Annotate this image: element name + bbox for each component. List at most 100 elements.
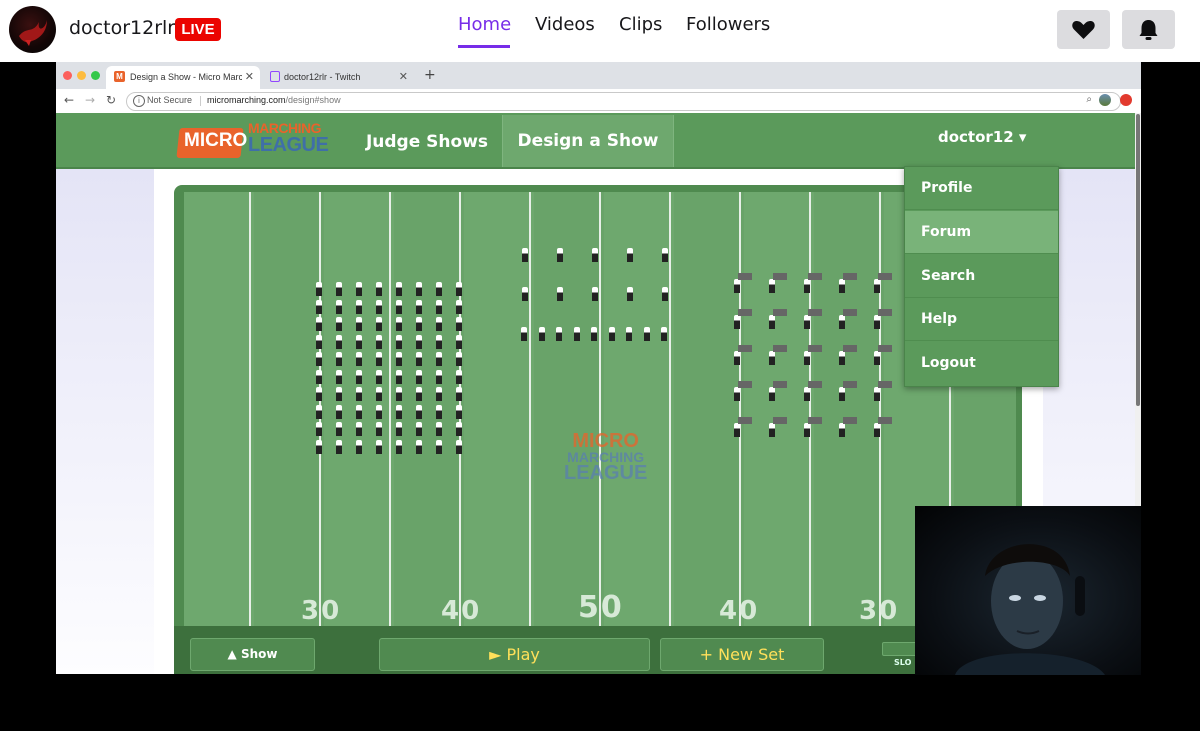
tab-clips[interactable]: Clips bbox=[619, 14, 662, 35]
marcher[interactable] bbox=[336, 352, 342, 366]
marcher[interactable] bbox=[416, 282, 422, 296]
marcher[interactable] bbox=[336, 439, 342, 454]
marcher[interactable] bbox=[336, 422, 342, 436]
flag-marcher[interactable] bbox=[734, 423, 740, 437]
marcher[interactable] bbox=[416, 422, 422, 436]
forward-arrow-icon[interactable]: → bbox=[85, 93, 95, 107]
address-bar[interactable]: i Not Secure micromarching.com/design#sh… bbox=[126, 92, 1121, 111]
channel-avatar[interactable] bbox=[9, 6, 56, 53]
marcher[interactable] bbox=[416, 299, 422, 314]
nav-judge-shows[interactable]: Judge Shows bbox=[354, 119, 500, 165]
flag-marcher[interactable] bbox=[839, 423, 845, 437]
marcher[interactable] bbox=[627, 248, 633, 262]
browser-tab-design-show[interactable]: M Design a Show - Micro Marching ✕ bbox=[106, 66, 260, 89]
flag-marcher[interactable] bbox=[839, 315, 845, 329]
marcher[interactable] bbox=[521, 327, 527, 341]
menu-item-profile[interactable]: Profile bbox=[905, 167, 1058, 210]
flag-marcher[interactable] bbox=[734, 351, 740, 365]
tab-followers[interactable]: Followers bbox=[686, 14, 770, 35]
marcher[interactable] bbox=[356, 352, 362, 366]
flag-marcher[interactable] bbox=[734, 315, 740, 329]
marcher[interactable] bbox=[436, 317, 442, 331]
marcher[interactable] bbox=[557, 287, 563, 301]
marcher[interactable] bbox=[662, 248, 668, 262]
marcher[interactable] bbox=[376, 299, 382, 314]
marcher[interactable] bbox=[456, 369, 462, 384]
flag-marcher[interactable] bbox=[734, 279, 740, 293]
marcher[interactable] bbox=[396, 439, 402, 454]
info-icon[interactable]: i bbox=[133, 95, 145, 107]
marcher[interactable] bbox=[316, 422, 322, 436]
marcher[interactable] bbox=[396, 317, 402, 331]
marcher[interactable] bbox=[376, 404, 382, 419]
zoom-icon[interactable]: ⌕ bbox=[1086, 94, 1092, 105]
marcher[interactable] bbox=[336, 369, 342, 384]
marcher[interactable] bbox=[436, 352, 442, 366]
marcher[interactable] bbox=[456, 404, 462, 419]
flag-marcher[interactable] bbox=[839, 279, 845, 293]
marcher[interactable] bbox=[436, 439, 442, 454]
close-window-icon[interactable] bbox=[63, 71, 72, 80]
marcher[interactable] bbox=[316, 299, 322, 314]
menu-item-search[interactable]: Search bbox=[905, 255, 1058, 298]
marcher[interactable] bbox=[376, 334, 382, 349]
extension-globe-icon[interactable] bbox=[1099, 94, 1111, 106]
marcher[interactable] bbox=[662, 287, 668, 301]
marcher[interactable] bbox=[356, 282, 362, 296]
close-icon[interactable]: ✕ bbox=[245, 70, 254, 83]
flag-marcher[interactable] bbox=[769, 279, 775, 293]
flag-marcher[interactable] bbox=[874, 423, 880, 437]
flag-marcher[interactable] bbox=[874, 351, 880, 365]
flag-marcher[interactable] bbox=[769, 315, 775, 329]
menu-item-logout[interactable]: Logout bbox=[905, 342, 1058, 385]
flag-marcher[interactable] bbox=[804, 387, 810, 401]
marcher[interactable] bbox=[336, 282, 342, 296]
maximize-window-icon[interactable] bbox=[91, 71, 100, 80]
marcher[interactable] bbox=[376, 282, 382, 296]
marcher[interactable] bbox=[522, 248, 528, 262]
marcher[interactable] bbox=[416, 334, 422, 349]
marcher[interactable] bbox=[416, 352, 422, 366]
marcher[interactable] bbox=[396, 369, 402, 384]
flag-marcher[interactable] bbox=[874, 387, 880, 401]
flag-marcher[interactable] bbox=[769, 351, 775, 365]
marcher[interactable] bbox=[436, 282, 442, 296]
marcher[interactable] bbox=[456, 299, 462, 314]
marcher[interactable] bbox=[356, 404, 362, 419]
menu-item-forum[interactable]: Forum bbox=[905, 211, 1058, 254]
marcher[interactable] bbox=[316, 334, 322, 349]
marcher[interactable] bbox=[456, 334, 462, 349]
marcher[interactable] bbox=[557, 248, 563, 262]
marcher[interactable] bbox=[336, 387, 342, 401]
marcher[interactable] bbox=[456, 282, 462, 296]
flag-marcher[interactable] bbox=[769, 387, 775, 401]
nav-design-a-show[interactable]: Design a Show bbox=[502, 115, 674, 167]
marcher[interactable] bbox=[573, 327, 580, 341]
url-text[interactable]: micromarching.com/design#show bbox=[207, 95, 341, 105]
follow-button[interactable] bbox=[1057, 10, 1110, 49]
marcher[interactable] bbox=[436, 422, 442, 436]
scrollbar-thumb[interactable] bbox=[1136, 114, 1140, 406]
marcher[interactable] bbox=[436, 299, 442, 314]
micro-marching-league-logo[interactable]: MICRO MARCHING LEAGUE bbox=[176, 120, 329, 158]
marcher[interactable] bbox=[376, 369, 382, 384]
flag-marcher[interactable] bbox=[839, 351, 845, 365]
marcher[interactable] bbox=[396, 352, 402, 366]
marcher[interactable] bbox=[396, 422, 402, 436]
user-menu-toggle[interactable]: doctor12 ▾ bbox=[938, 128, 1026, 146]
marcher[interactable] bbox=[376, 317, 382, 331]
minimize-window-icon[interactable] bbox=[77, 71, 86, 80]
marcher[interactable] bbox=[396, 387, 402, 401]
marcher[interactable] bbox=[436, 369, 442, 384]
marcher[interactable] bbox=[316, 282, 322, 296]
new-tab-button[interactable]: + bbox=[424, 67, 436, 83]
marcher[interactable] bbox=[316, 317, 322, 331]
marcher[interactable] bbox=[643, 327, 650, 341]
tab-videos[interactable]: Videos bbox=[535, 14, 595, 35]
marcher[interactable] bbox=[436, 404, 442, 419]
marcher[interactable] bbox=[356, 387, 362, 401]
marcher[interactable] bbox=[316, 387, 322, 401]
marcher[interactable] bbox=[316, 404, 322, 419]
marcher[interactable] bbox=[538, 327, 545, 341]
marcher[interactable] bbox=[416, 387, 422, 401]
